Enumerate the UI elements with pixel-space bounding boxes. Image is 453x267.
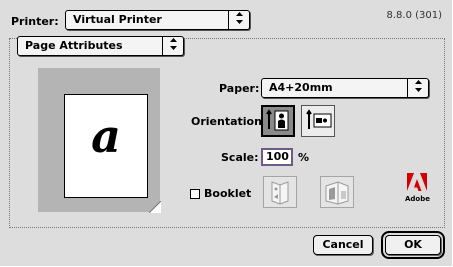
version-text: 8.8.0 (301) — [386, 10, 442, 21]
panel-popup[interactable]: Page Attributes — [17, 36, 184, 56]
popup-arrows-icon — [162, 37, 183, 55]
adobe-logo-text: Adobe — [405, 195, 430, 203]
booklet-right-binding-button[interactable] — [320, 176, 354, 208]
booklet-label: Booklet — [204, 187, 252, 200]
booklet-left-binding-button[interactable] — [263, 176, 297, 208]
adobe-logo: Adobe — [405, 173, 430, 205]
orientation-portrait-button[interactable] — [261, 105, 295, 137]
page-setup-dialog: Printer: Virtual Printer 8.8.0 (301) Pag… — [0, 0, 453, 267]
portrait-icon — [266, 109, 289, 131]
printer-label: Printer: — [11, 15, 59, 28]
booklet-checkbox[interactable] — [190, 189, 200, 199]
booklet-right-icon — [325, 181, 349, 205]
paper-popup-value: A4+20mm — [269, 81, 333, 94]
printer-popup[interactable]: Virtual Printer — [65, 10, 250, 30]
paper-label: Paper: — [219, 82, 260, 95]
scale-label: Scale: — [221, 151, 259, 164]
popup-arrows-icon — [407, 79, 428, 97]
scale-unit: % — [298, 151, 310, 164]
page-curl-icon — [149, 201, 161, 213]
orientation-label: Orientation: — [191, 115, 267, 128]
adobe-logo-icon — [407, 173, 427, 191]
scale-input[interactable]: 100 — [261, 148, 293, 166]
page-preview-sheet: a — [64, 94, 148, 198]
preview-glyph: a — [91, 109, 121, 163]
paper-popup[interactable]: A4+20mm — [261, 78, 429, 98]
cancel-button[interactable]: Cancel — [313, 235, 373, 255]
panel-popup-value: Page Attributes — [25, 39, 123, 52]
popup-arrows-icon — [228, 11, 249, 29]
ok-button[interactable]: OK — [381, 231, 445, 259]
orientation-landscape-button[interactable] — [301, 105, 335, 137]
booklet-left-icon — [271, 181, 289, 205]
printer-popup-value: Virtual Printer — [73, 13, 162, 26]
landscape-icon — [306, 109, 332, 129]
